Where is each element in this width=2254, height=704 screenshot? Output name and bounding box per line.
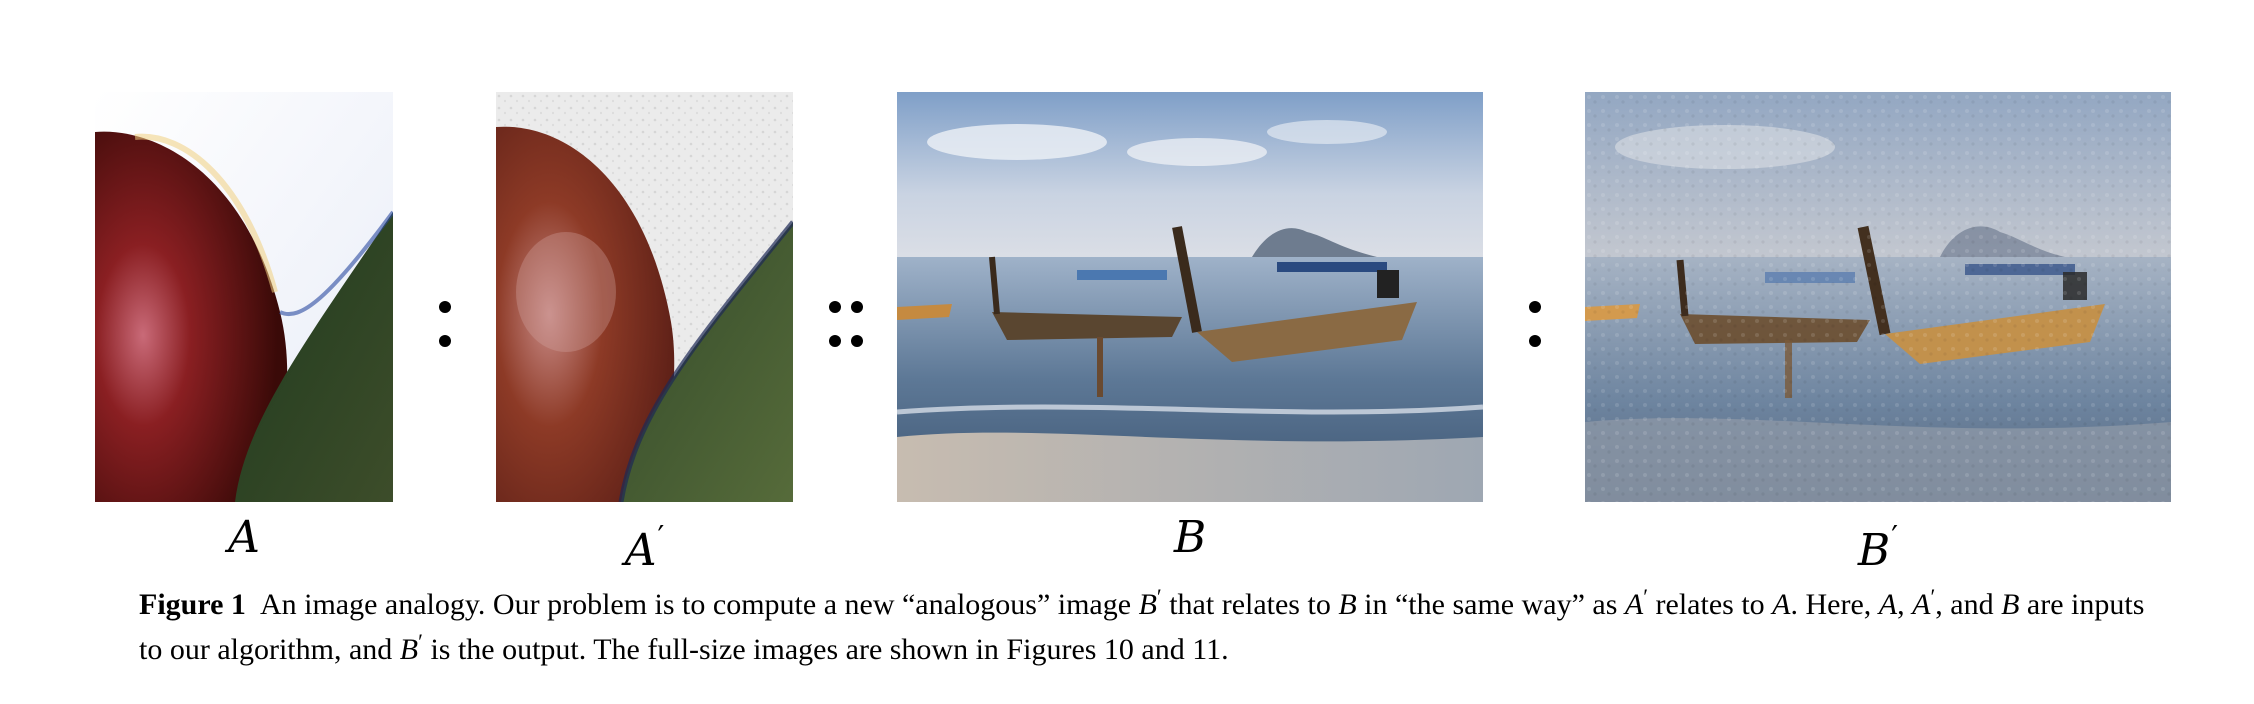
image-a-prime (496, 92, 793, 502)
figure-caption: Figure 1 An image analogy. Our problem is… (139, 584, 2145, 666)
image-b (897, 92, 1483, 502)
image-a (95, 92, 393, 502)
label-b-prime: B′ (1857, 520, 1899, 576)
figure-label: Figure 1 (139, 588, 246, 621)
label-a: A (228, 512, 260, 563)
image-b-prime (1585, 92, 2171, 502)
label-b: B (1173, 512, 1207, 563)
label-a-prime: A′ (624, 520, 665, 576)
